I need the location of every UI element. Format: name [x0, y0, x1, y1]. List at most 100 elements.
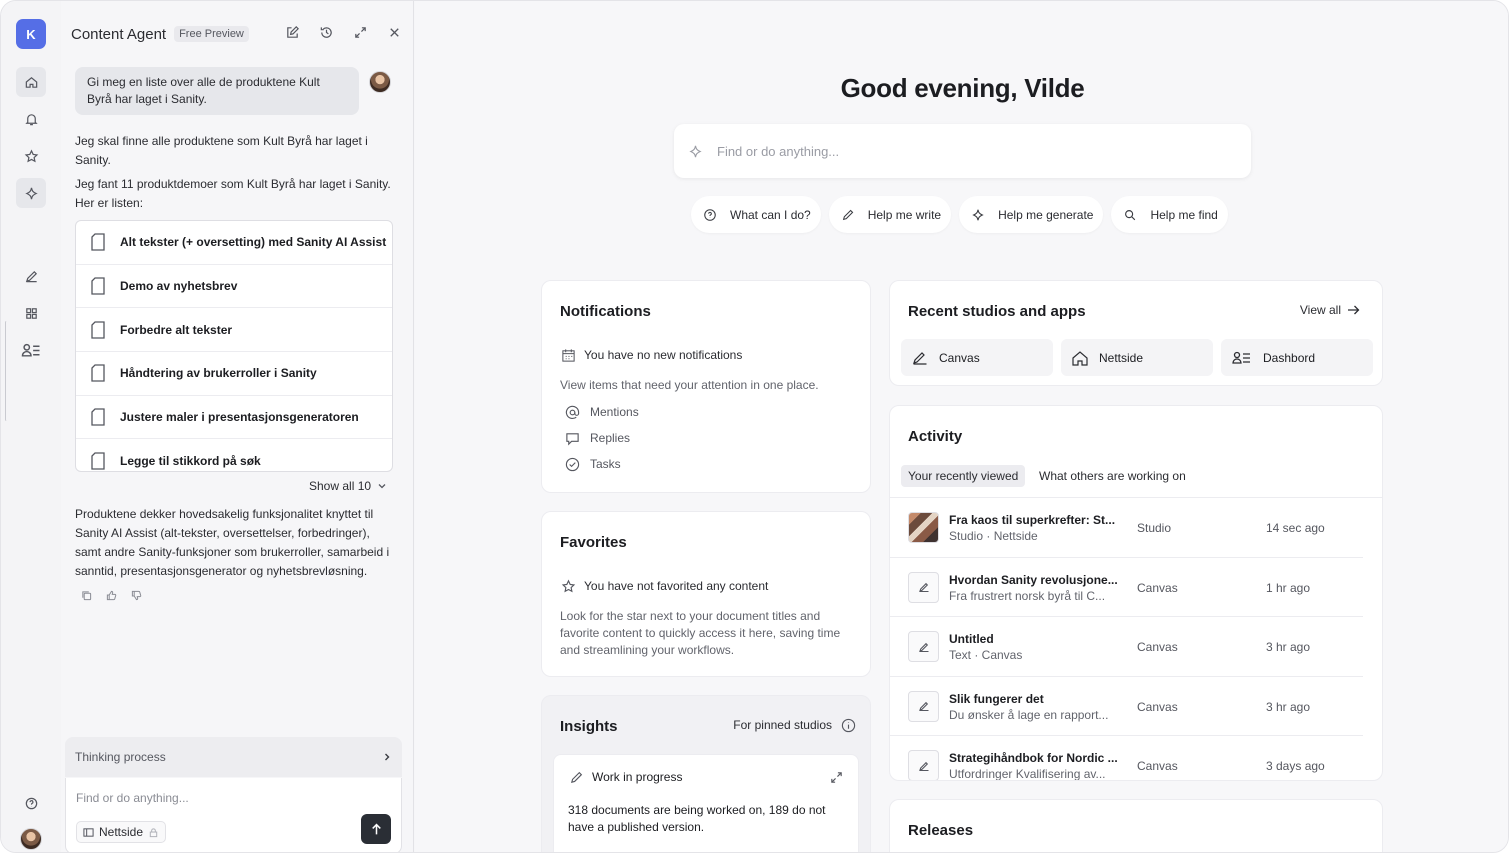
table-row[interactable]: Untitled Text · Canvas Canvas 3 hr ago	[890, 617, 1363, 677]
insights-scope-label: For pinned studios	[733, 718, 832, 732]
notifications-card: Notifications You have no new notificati…	[541, 280, 871, 493]
list-item[interactable]: Legge til stikkord på søk	[76, 439, 392, 471]
avatar[interactable]	[20, 828, 42, 850]
list-item[interactable]: Alt tekster (+ oversetting) med Sanity A…	[76, 221, 392, 265]
row-type: Canvas	[1137, 640, 1178, 654]
row-type: Canvas	[1137, 580, 1178, 595]
document-title: Forbedre alt tekster	[120, 322, 233, 337]
arrow-up-icon	[371, 823, 381, 834]
table-row[interactable]: Hvordan Sanity revolusjone... Fra frustr…	[890, 558, 1363, 617]
insights-title: Insights	[560, 718, 618, 735]
preview-badge: Free Preview	[174, 26, 249, 42]
list-item[interactable]: Forbedre alt tekster	[76, 308, 392, 353]
thumbs-up-icon[interactable]	[106, 589, 117, 604]
favorites-title: Favorites	[560, 534, 627, 551]
tab-recently-viewed[interactable]: Your recently viewed	[901, 465, 1026, 487]
copy-icon[interactable]	[81, 589, 92, 604]
app-label: Dashbord	[1263, 350, 1316, 365]
canvas-icon	[908, 690, 939, 722]
info-icon[interactable]	[840, 717, 856, 733]
suggestion-label: Help me generate	[998, 207, 1094, 222]
list-item[interactable]: Demo av nyhetsbrev	[76, 265, 392, 309]
suggestion-help-me-generate[interactable]: Help me generate	[959, 196, 1104, 233]
workspace-logo[interactable]: K	[16, 19, 46, 49]
table-row[interactable]: Slik fungerer det Du ønsker å lage en ra…	[890, 677, 1363, 736]
list-item[interactable]: Håndtering av brukerroller i Sanity	[76, 352, 392, 396]
document-icon	[91, 233, 105, 251]
row-time: 3 hr ago	[1266, 640, 1311, 654]
arrow-right-icon	[1348, 305, 1360, 315]
suggestion-what-can-i-do[interactable]: What can I do?	[691, 196, 821, 233]
favorites-hint: Look for the star next to your document …	[560, 609, 841, 657]
app-nettside[interactable]: Nettside	[1061, 339, 1213, 376]
favorites-empty-text: You have not favorited any content	[584, 579, 769, 593]
user-avatar	[369, 71, 391, 93]
sparkle-icon[interactable]	[16, 178, 46, 208]
scope-label: Nettside	[99, 825, 144, 839]
document-thumbnail	[908, 512, 939, 543]
row-time: 3 hr ago	[1266, 699, 1311, 714]
expand-icon[interactable]	[351, 23, 369, 41]
sparkle-icon	[689, 145, 702, 157]
tasks-link[interactable]: Tasks	[564, 456, 621, 472]
feedback-actions	[81, 589, 142, 604]
favorites-empty: You have not favorited any content	[560, 578, 768, 594]
app-canvas[interactable]: Canvas	[901, 339, 1053, 376]
search-input[interactable]: Find or do anything...	[674, 124, 1251, 178]
list-item[interactable]: Justere maler i presentasjonsgeneratoren	[76, 396, 392, 440]
row-title: Strategihåndbok for Nordic ...	[949, 751, 1118, 765]
star-icon[interactable]	[16, 141, 46, 171]
thumbs-down-icon[interactable]	[131, 589, 142, 604]
chevron-down-icon	[378, 484, 386, 489]
show-all-label: Show all 10	[309, 479, 372, 493]
view-all-link[interactable]: View all	[1300, 303, 1360, 317]
canvas-icon[interactable]	[16, 261, 46, 291]
thinking-label: Thinking process	[75, 750, 166, 764]
thinking-process-toggle[interactable]: Thinking process	[65, 737, 402, 777]
row-type: Canvas	[1137, 699, 1178, 714]
comment-icon	[564, 430, 580, 446]
help-icon[interactable]	[16, 788, 46, 818]
work-in-progress-card[interactable]: Work in progress 318 documents are being…	[553, 754, 859, 852]
replies-link[interactable]: Replies	[564, 430, 630, 446]
chat-composer[interactable]: Find or do anything... Nettside	[65, 778, 402, 852]
app-dashbord[interactable]: Dashbord	[1221, 339, 1373, 376]
icon-rail: K	[1, 1, 61, 852]
content-agent-panel: Content Agent Free Preview Gi meg en lis…	[61, 1, 414, 852]
new-chat-icon[interactable]	[283, 23, 301, 41]
mentions-link[interactable]: Mentions	[564, 404, 639, 420]
expand-icon[interactable]	[828, 769, 844, 785]
close-icon[interactable]	[385, 23, 403, 41]
history-icon[interactable]	[317, 23, 335, 41]
bell-icon[interactable]	[16, 104, 46, 134]
canvas-icon	[908, 571, 939, 603]
insights-scope: For pinned studios	[733, 717, 856, 733]
row-subtitle: Utfordringer Kvalifisering av...	[949, 767, 1106, 781]
home-icon[interactable]	[16, 67, 46, 97]
document-icon	[91, 277, 105, 295]
grid-icon[interactable]	[16, 298, 46, 328]
row-time: 3 days ago	[1266, 759, 1325, 773]
suggestion-help-me-write[interactable]: Help me write	[828, 196, 952, 233]
insights-card: Insights For pinned studios Work in prog…	[541, 695, 871, 852]
table-row[interactable]: Strategihåndbok for Nordic ... Utfordrin…	[890, 736, 1363, 781]
table-row[interactable]: Fra kaos til superkrefter: St... Studio …	[890, 498, 1363, 558]
notifications-title: Notifications	[560, 303, 651, 320]
view-all-label: View all	[1299, 303, 1341, 317]
row-time: 14 sec ago	[1266, 521, 1325, 535]
calendar-icon	[560, 347, 576, 363]
user-list-icon[interactable]	[16, 335, 46, 365]
home-icon	[1072, 350, 1088, 366]
send-button[interactable]	[361, 814, 391, 844]
scope-chip[interactable]: Nettside	[76, 821, 167, 843]
favorites-card: Favorites You have not favorited any con…	[541, 511, 871, 677]
agent-summary: Produktene dekker hovedsakelig funksjona…	[75, 507, 390, 578]
row-title: Fra kaos til superkrefter: St...	[949, 513, 1116, 527]
document-title: Legge til stikkord på søk	[120, 453, 261, 468]
tab-others-working[interactable]: What others are working on	[1032, 465, 1193, 487]
show-all-button[interactable]: Show all 10	[309, 479, 387, 493]
document-list: Alt tekster (+ oversetting) med Sanity A…	[75, 220, 393, 472]
app-window: K Content Agent Free Preview Gi meg en l…	[0, 0, 1509, 853]
chat-input[interactable]: Find or do anything...	[76, 791, 189, 805]
suggestion-help-me-find[interactable]: Help me find	[1111, 196, 1228, 233]
